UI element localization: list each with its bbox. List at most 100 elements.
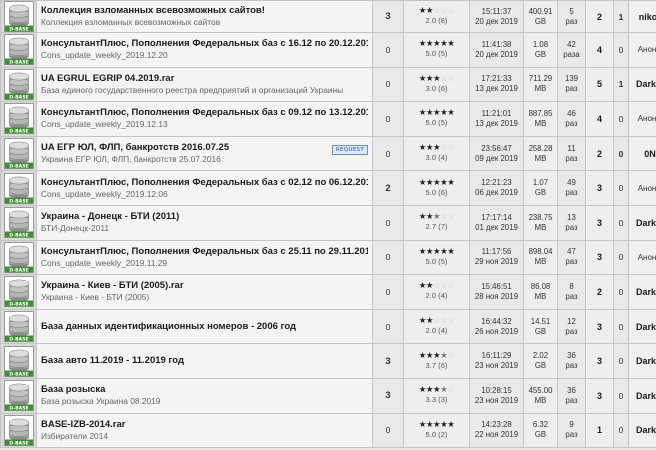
size-value: 711.29 <box>528 74 553 84</box>
upload-day: 01 дек 2019 <box>475 222 518 232</box>
rating-cell: ★★★★★ 5.0 (5) <box>403 239 470 276</box>
author-link[interactable]: Анонимус <box>638 253 656 262</box>
comments-count[interactable]: 0 <box>372 32 404 68</box>
rating-cell: ★★★★☆ 3.3 (3) <box>403 377 470 414</box>
torrent-title-link[interactable]: UA ЕГР ЮЛ, ФЛП, банкротств 2016.07.25 <box>41 142 332 154</box>
category-cell[interactable]: D-BASE <box>0 0 37 33</box>
rating-score: 2.0 (8) <box>425 16 448 25</box>
author-link[interactable]: DarkSatir <box>636 218 656 228</box>
svg-text:D-BASE: D-BASE <box>9 302 28 308</box>
file-size: 887.85 MB <box>523 101 558 137</box>
category-cell[interactable]: D-BASE <box>0 274 37 310</box>
database-icon[interactable]: D-BASE <box>3 103 34 135</box>
author-link[interactable]: DarkSatir <box>636 425 656 435</box>
torrent-title-link[interactable]: BASE-IZB-2014.rar <box>41 419 368 431</box>
author-link[interactable]: nikodim <box>639 12 656 22</box>
database-icon[interactable]: D-BASE <box>3 1 34 33</box>
author-link[interactable]: 0NYX <box>644 149 656 159</box>
category-cell[interactable]: D-BASE <box>0 377 37 414</box>
downloads-value: 13 <box>567 212 576 222</box>
category-cell[interactable]: D-BASE <box>0 66 37 103</box>
torrent-title-link[interactable]: База данных идентификационных номеров - … <box>41 321 368 333</box>
rating-stars: ★★☆☆☆ <box>418 281 455 292</box>
request-badge[interactable]: REQUEST <box>331 145 368 156</box>
comments-count[interactable]: 0 <box>372 66 404 103</box>
comments-count[interactable]: 0 <box>372 412 404 449</box>
rating-cell: ★★★☆☆ 3.0 (4) <box>403 135 470 172</box>
database-icon[interactable]: D-BASE <box>3 345 34 377</box>
database-icon[interactable]: D-BASE <box>3 34 34 66</box>
comments-count[interactable]: 2 <box>372 170 404 206</box>
comments-count[interactable]: 0 <box>372 274 404 310</box>
leechers-count: 0 <box>613 308 629 345</box>
category-cell[interactable]: D-BASE <box>0 204 37 241</box>
category-cell[interactable]: D-BASE <box>0 239 37 276</box>
category-cell[interactable]: D-BASE <box>0 308 37 345</box>
torrent-title-link[interactable]: КонсультантПлюс, Пополнения Федеральных … <box>41 177 368 189</box>
svg-text:D-BASE: D-BASE <box>9 440 28 446</box>
database-icon[interactable]: D-BASE <box>3 241 34 273</box>
torrent-table: D-BASE Коллекция взломанных всевозможных… <box>0 0 656 449</box>
category-cell[interactable]: D-BASE <box>0 170 37 206</box>
torrent-title-link[interactable]: КонсультантПлюс, Пополнения Федеральных … <box>41 246 368 258</box>
comments-count[interactable]: 0 <box>372 239 404 276</box>
torrent-title-link[interactable]: Украина - Киев - БТИ (2005).rar <box>41 280 368 292</box>
author-link[interactable]: Анонимус <box>638 45 656 54</box>
file-size: 1.07 GB <box>523 170 558 206</box>
svg-text:D-BASE: D-BASE <box>9 267 28 273</box>
database-icon[interactable]: D-BASE <box>3 172 34 204</box>
author-link[interactable]: DarkSatir <box>636 356 656 366</box>
torrent-title-link[interactable]: КонсультантПлюс, Пополнения Федеральных … <box>41 38 368 50</box>
comments-count[interactable]: 0 <box>372 204 404 241</box>
size-unit: GB <box>534 326 547 336</box>
database-icon[interactable]: D-BASE <box>3 311 34 343</box>
upload-day: 13 дек 2019 <box>475 84 518 94</box>
comments-count[interactable]: 3 <box>372 343 404 379</box>
comments-count[interactable]: 0 <box>372 308 404 345</box>
database-icon[interactable]: D-BASE <box>3 380 34 412</box>
category-cell[interactable]: D-BASE <box>0 101 37 137</box>
torrent-title-link[interactable]: Украина - Донецк - БТИ (2011) <box>41 211 368 223</box>
upload-date: 10:28:15 23 ноя 2019 <box>469 377 524 414</box>
upload-time: 14:23:28 <box>481 420 512 430</box>
author-link[interactable]: Анонимус <box>638 184 656 193</box>
upload-date: 16:44:32 26 ноя 2019 <box>469 308 524 345</box>
torrent-title-link[interactable]: База авто 11.2019 - 11.2019 год <box>41 355 368 367</box>
author-cell: Анонимус <box>628 32 656 68</box>
category-cell[interactable]: D-BASE <box>0 135 37 172</box>
database-icon[interactable]: D-BASE <box>3 68 34 100</box>
torrent-title-link[interactable]: КонсультантПлюс, Пополнения Федеральных … <box>41 107 368 119</box>
size-unit: GB <box>534 49 547 59</box>
author-link[interactable]: DarkSatir <box>636 322 656 332</box>
size-unit: MB <box>534 84 547 94</box>
author-link[interactable]: Анонимус <box>638 114 656 123</box>
category-cell[interactable]: D-BASE <box>0 343 37 379</box>
rating-stars: ★★★☆☆ <box>418 143 455 154</box>
author-cell: DarkSatir <box>628 343 656 379</box>
database-icon[interactable]: D-BASE <box>3 207 34 239</box>
rating-cell: ★★☆☆☆ 2.0 (4) <box>403 274 470 310</box>
database-icon[interactable]: D-BASE <box>3 138 34 170</box>
leechers-count: 0 <box>613 274 629 310</box>
database-icon[interactable]: D-BASE <box>3 414 34 446</box>
comments-count[interactable]: 3 <box>372 377 404 414</box>
category-cell[interactable]: D-BASE <box>0 32 37 68</box>
author-link[interactable]: DarkSatir <box>636 391 656 401</box>
table-row: D-BASE КонсультантПлюс, Пополнения Федер… <box>0 32 656 68</box>
torrent-title-link[interactable]: UA EGRUL EGRIP 04.2019.rar <box>41 73 368 85</box>
author-link[interactable]: DarkSatir <box>636 79 656 89</box>
comments-count[interactable]: 0 <box>372 135 404 172</box>
downloads-value: 36 <box>567 351 576 361</box>
table-row: D-BASE Украина - Донецк - БТИ (2011) БТИ… <box>0 204 656 241</box>
torrent-title-link[interactable]: Коллекция взломанных всевозможных сайтов… <box>41 5 368 17</box>
database-icon[interactable]: D-BASE <box>3 276 34 308</box>
category-cell[interactable]: D-BASE <box>0 412 37 449</box>
size-unit: MB <box>534 118 547 128</box>
svg-text:D-BASE: D-BASE <box>9 27 28 33</box>
downloads-unit: раз <box>565 326 578 336</box>
author-link[interactable]: DarkSatir <box>636 287 656 297</box>
comments-count[interactable]: 3 <box>372 0 404 33</box>
torrent-title-link[interactable]: База розыска <box>41 384 368 396</box>
upload-time: 15:11:37 <box>481 6 512 16</box>
comments-count[interactable]: 0 <box>372 101 404 137</box>
